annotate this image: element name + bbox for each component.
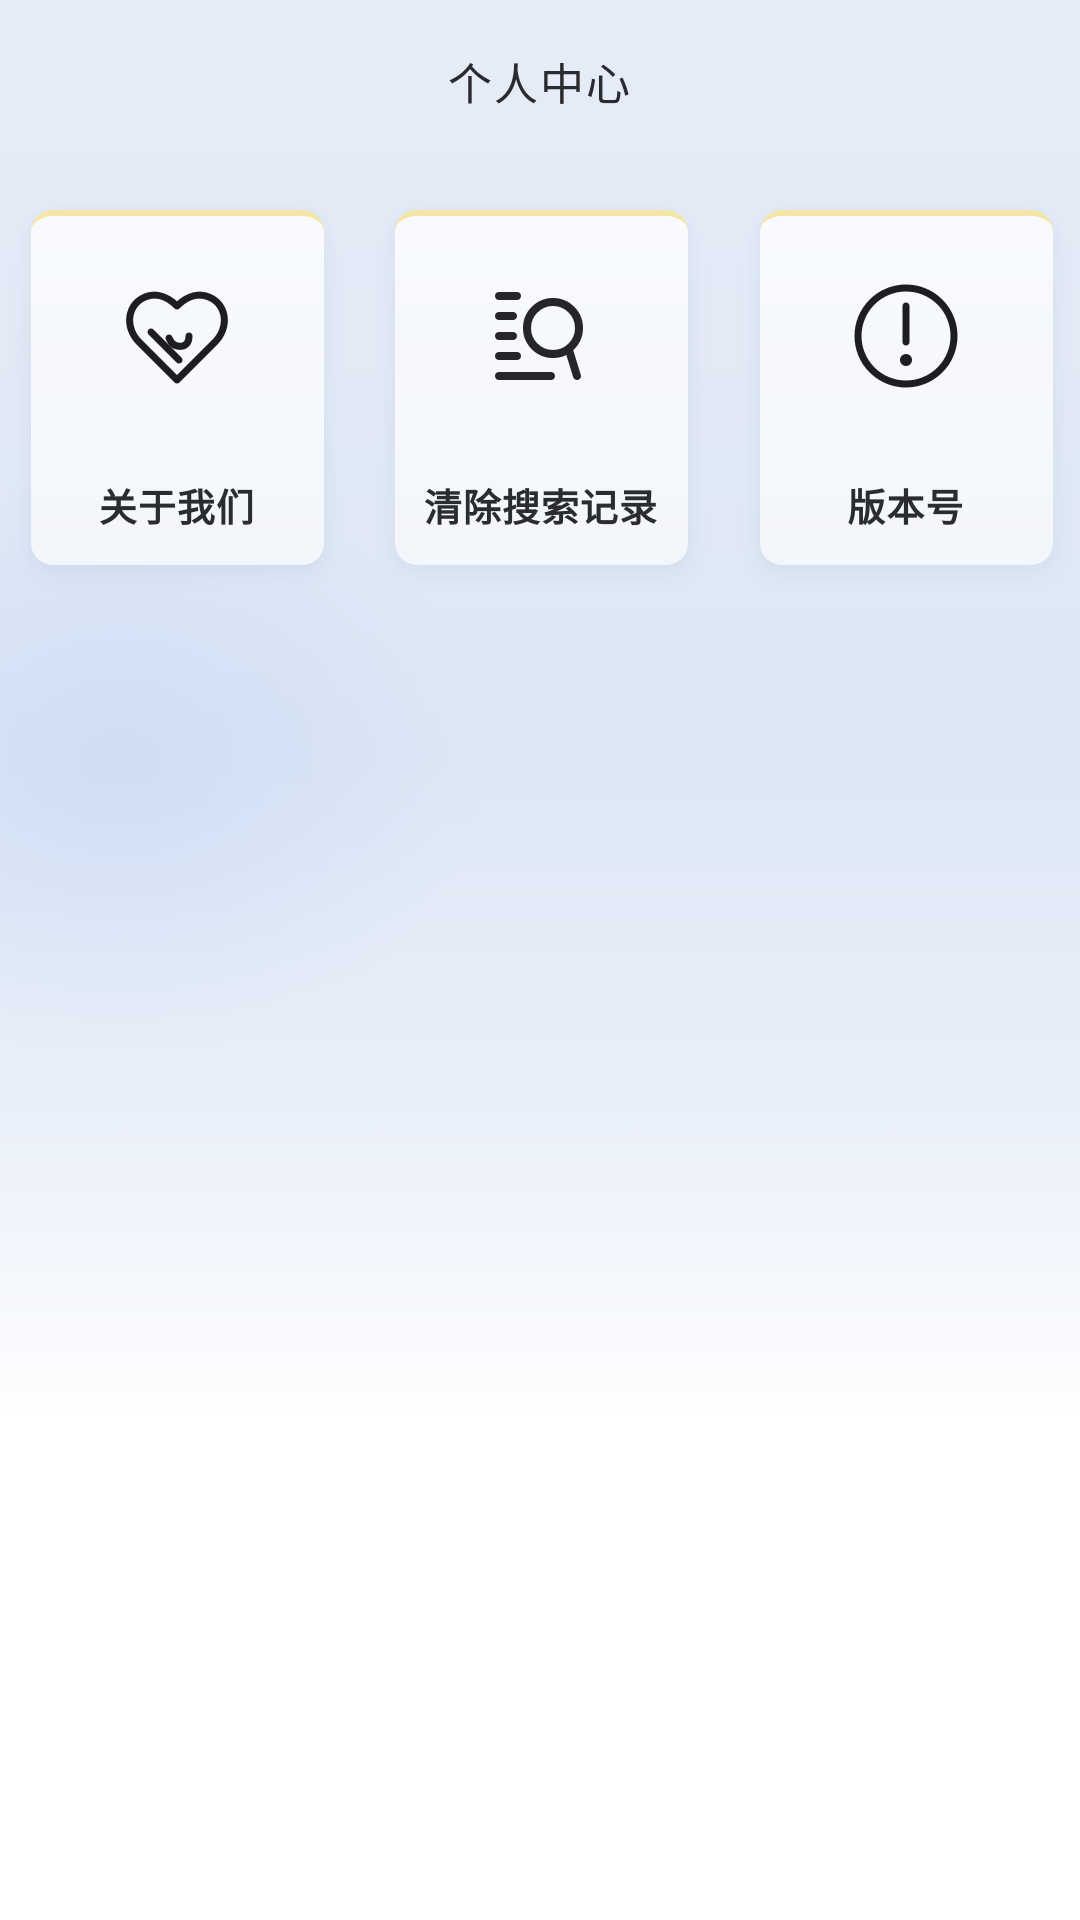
search-list-icon <box>481 276 601 396</box>
version-label: 版本号 <box>847 486 965 530</box>
clear-search-history-label: 清除搜索记录 <box>424 486 659 530</box>
heart-smile-icon <box>117 276 237 396</box>
info-circle-icon <box>846 276 966 396</box>
menu-grid: 关于我们 清除搜索记录 版本号 <box>31 210 1053 565</box>
about-us-card[interactable]: 关于我们 <box>31 210 324 565</box>
page-title: 个人中心 <box>448 60 632 111</box>
version-card[interactable]: 版本号 <box>760 210 1053 565</box>
about-us-label: 关于我们 <box>99 486 256 530</box>
personal-center-screen: { "header": { "title": "个人中心" }, "menu":… <box>0 0 1080 1920</box>
clear-search-history-card[interactable]: 清除搜索记录 <box>395 210 688 565</box>
